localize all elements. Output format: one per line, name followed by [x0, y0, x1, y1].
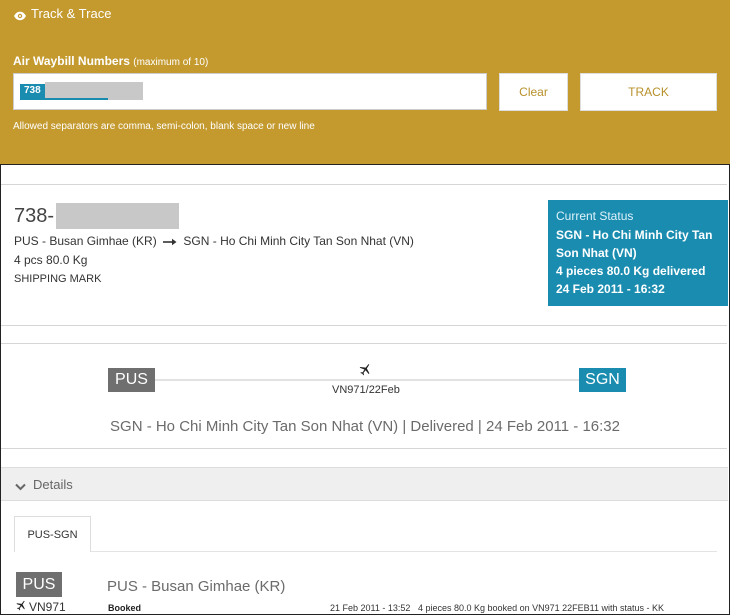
- current-status-heading: Current Status: [556, 209, 634, 223]
- awb-token-underline: [20, 98, 108, 100]
- route-track-line: [155, 379, 579, 381]
- divider: [1, 448, 727, 449]
- pieces-weight: 4 pcs 80.0 Kg: [14, 253, 88, 267]
- tab-baseline: [91, 551, 717, 552]
- segment-flight-number: VN971: [29, 599, 66, 614]
- track-trace-title: Track & Trace: [31, 6, 112, 21]
- eye-icon: [13, 9, 27, 21]
- clear-button[interactable]: Clear: [499, 73, 568, 111]
- segment-time: 21 Feb 2011 - 13:52: [330, 603, 411, 613]
- awb-field-label: Air Waybill Numbers (maximum of 10): [13, 54, 208, 68]
- current-status-detail: 4 pieces 80.0 Kg delivered: [556, 264, 706, 278]
- details-toggle[interactable]: Details: [1, 467, 728, 501]
- segment-flight: VN971: [15, 599, 66, 614]
- destination-code-badge: SGN: [579, 368, 626, 392]
- segment-description: 4 pieces 80.0 Kg booked on VN971 22FEB11…: [418, 603, 664, 613]
- origin-airport: PUS - Busan Gimhae (KR): [14, 234, 157, 248]
- destination-airport: SGN - Ho Chi Minh City Tan Son Nhat (VN): [183, 234, 414, 248]
- current-status-box: Current Status SGN - Ho Chi Minh City Ta…: [548, 200, 728, 306]
- awb-number-prefix: 738-: [14, 204, 55, 227]
- segment-origin-code: PUS: [16, 572, 62, 597]
- arrival-summary: SGN - Ho Chi Minh City Tan Son Nhat (VN)…: [110, 418, 620, 435]
- awb-token-prefix: 738: [20, 84, 45, 98]
- divider: [1, 343, 727, 344]
- origin-code-badge: PUS: [108, 368, 155, 392]
- track-trace-panel: Track & Trace Air Waybill Numbers (maxim…: [0, 0, 730, 165]
- arrow-right-icon: [163, 235, 177, 249]
- details-label: Details: [33, 476, 73, 492]
- route-summary: PUS - Busan Gimhae (KR) SGN - Ho Chi Min…: [14, 234, 414, 249]
- awb-token[interactable]: 738: [20, 82, 143, 100]
- flight-number-label: VN971/22Feb: [332, 384, 400, 396]
- chevron-down-icon: [15, 479, 26, 491]
- segment-airport: PUS - Busan Gimhae (KR): [107, 578, 286, 595]
- awb-number: 738-: [14, 203, 180, 229]
- shipping-mark: SHIPPING MARK: [14, 273, 102, 285]
- separator-hint: Allowed separators are comma, semi-colon…: [13, 121, 315, 132]
- awb-label-note: (maximum of 10): [133, 57, 209, 68]
- divider: [1, 184, 727, 185]
- current-status-location: SGN - Ho Chi Minh City Tan Son Nhat (VN): [556, 228, 713, 260]
- tab-pus-sgn[interactable]: PUS-SGN: [14, 516, 91, 552]
- segment-status: Booked: [108, 603, 142, 613]
- awb-input[interactable]: 738: [13, 73, 487, 110]
- awb-label-text: Air Waybill Numbers: [13, 54, 130, 68]
- divider: [1, 325, 727, 326]
- current-status-datetime: 24 Feb 2011 - 16:32: [556, 282, 665, 296]
- track-button[interactable]: TRACK: [580, 73, 717, 111]
- track-trace-header: Track & Trace: [13, 6, 111, 21]
- airplane-icon: [358, 362, 372, 376]
- airplane-icon: [15, 599, 27, 614]
- redacted-awb-number: [56, 203, 180, 229]
